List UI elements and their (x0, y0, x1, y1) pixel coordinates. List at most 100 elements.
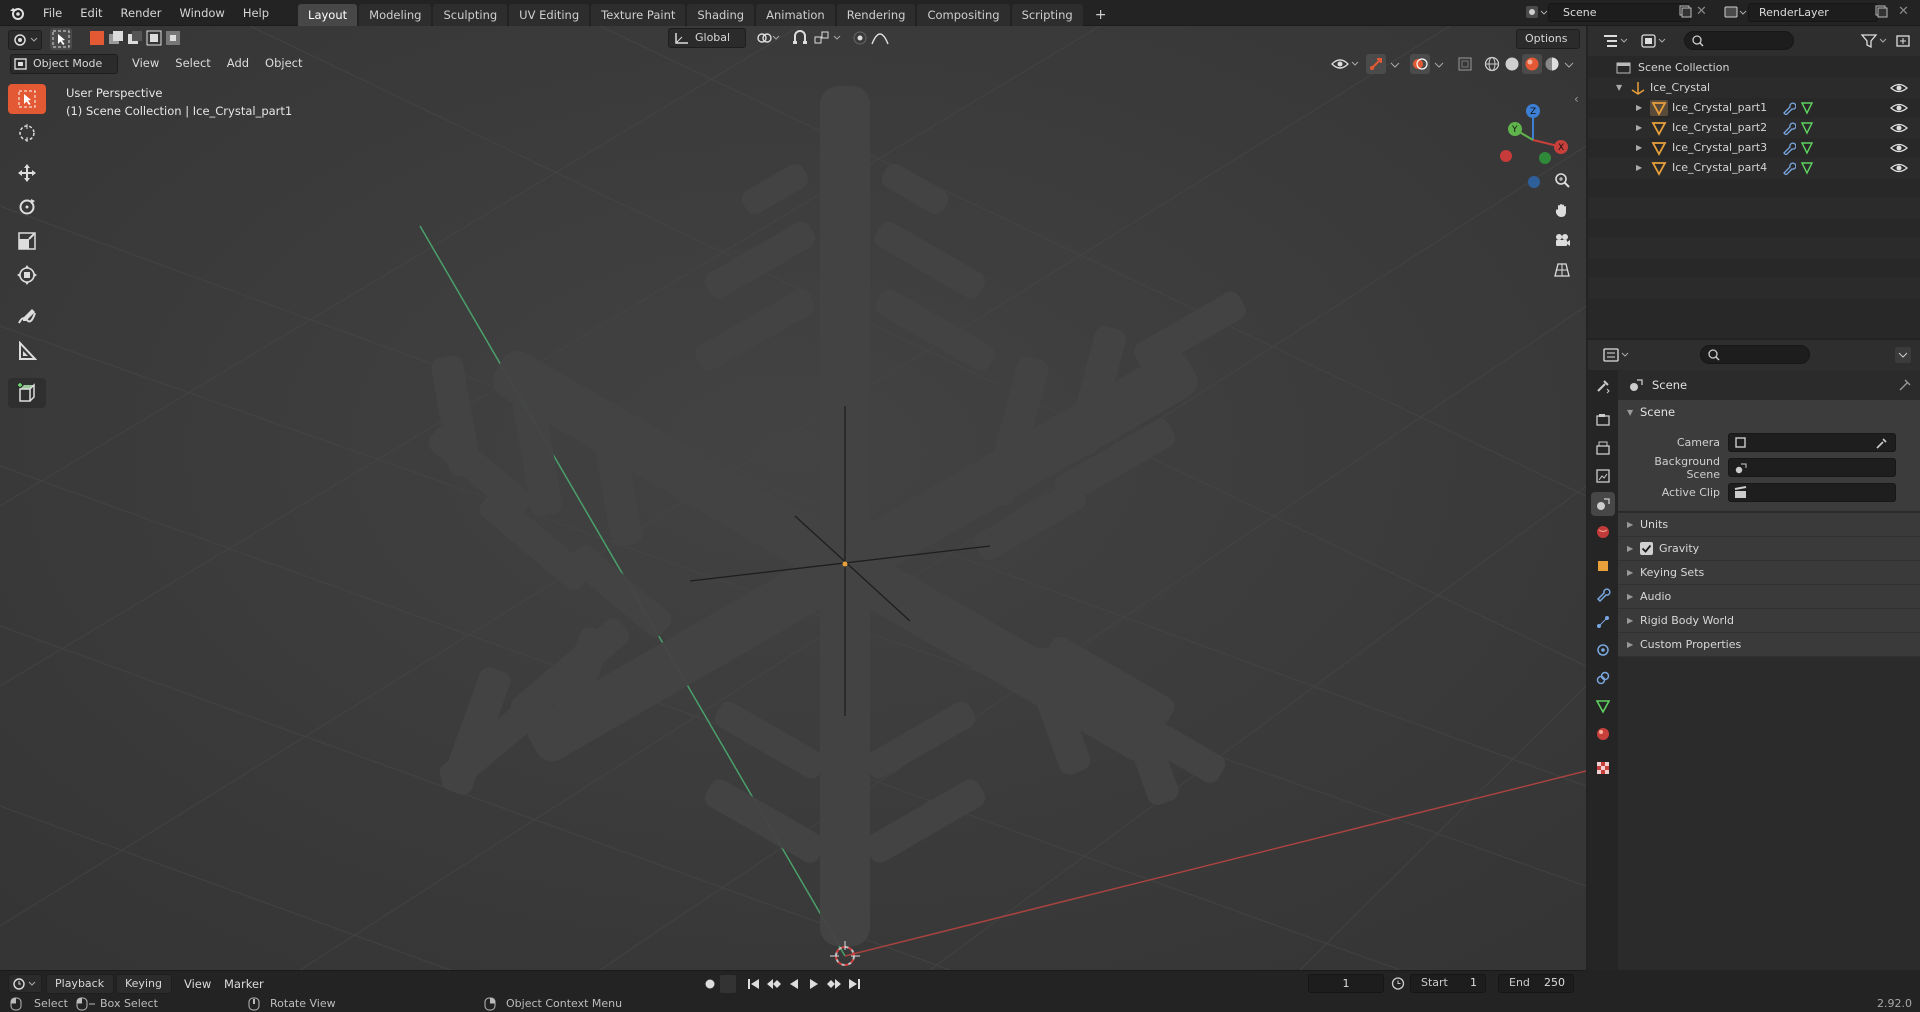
menu-window[interactable]: Window (170, 0, 233, 26)
menu-view[interactable]: View (124, 56, 167, 70)
add-workspace-button[interactable]: + (1085, 4, 1117, 26)
panel-custom-properties[interactable]: ▶ Custom Properties (1618, 633, 1920, 657)
tab-view-layer-icon[interactable] (1591, 464, 1615, 488)
select-subtract-icon[interactable] (126, 29, 144, 47)
modifier-wrench-icon[interactable] (1782, 101, 1796, 115)
outliner-row-scene-collection[interactable]: Scene Collection (1588, 58, 1920, 78)
menu-file[interactable]: File (34, 0, 71, 26)
display-mode-icon[interactable] (1640, 31, 1670, 51)
pan-view-hand-icon[interactable] (1548, 196, 1576, 224)
tab-physics-icon[interactable] (1591, 638, 1615, 662)
select-intersect-icon[interactable] (164, 29, 182, 47)
snap-toggle-icon[interactable] (790, 28, 812, 48)
new-collection-icon[interactable] (1894, 31, 1914, 51)
tab-render-icon[interactable] (1591, 408, 1615, 432)
overlays-toggle-icon[interactable] (1410, 54, 1430, 74)
perspective-toggle-icon[interactable] (1548, 256, 1576, 284)
gizmo-neg-x-icon[interactable] (1500, 150, 1512, 162)
jump-to-start-icon[interactable] (744, 975, 764, 993)
blender-logo-icon[interactable] (0, 0, 34, 26)
mesh-data-icon[interactable] (1800, 121, 1814, 135)
pin-icon[interactable] (1898, 378, 1912, 392)
tab-shading[interactable]: Shading (687, 3, 755, 26)
modifier-wrench-icon[interactable] (1782, 161, 1796, 175)
tab-modeling[interactable]: Modeling (359, 3, 432, 26)
gizmo-toggle-icon[interactable] (1366, 54, 1386, 74)
scene-icon[interactable] (1524, 3, 1548, 22)
play-reverse-icon[interactable] (784, 975, 804, 993)
menu-select[interactable]: Select (167, 56, 218, 70)
tab-constraints-icon[interactable] (1591, 666, 1615, 690)
active-clip-field[interactable] (1728, 483, 1896, 502)
menu-help[interactable]: Help (234, 0, 278, 26)
expand-chevron-icon[interactable]: ▶ (1636, 118, 1650, 138)
measure-tool[interactable] (8, 336, 46, 366)
sidebar-expand-icon[interactable]: ‹ (1574, 92, 1586, 112)
outliner-row-ice-crystal[interactable]: ▼ Ice_Crystal (1588, 78, 1920, 98)
options-dropdown[interactable]: Options (1516, 29, 1580, 49)
scale-tool[interactable] (8, 226, 46, 256)
remove-scene-icon[interactable]: ✕ (1696, 4, 1712, 20)
tweak-select-icon[interactable] (50, 28, 72, 50)
pivot-point-icon[interactable] (754, 28, 782, 48)
shading-dropdown-icon[interactable] (1562, 54, 1578, 74)
select-new-icon[interactable] (88, 29, 106, 47)
move-tool[interactable] (8, 158, 46, 188)
tab-data-icon[interactable] (1591, 694, 1615, 718)
timeline-menu-view[interactable]: View (176, 977, 219, 991)
panel-scene-header[interactable]: ▼ Scene (1618, 400, 1920, 424)
current-frame-field[interactable]: 1 (1308, 974, 1384, 993)
snap-target-icon[interactable] (812, 28, 844, 48)
3d-viewport[interactable]: Z Y X User Perspective (1) Scene Collect… (0, 26, 1586, 970)
timeline-menu-marker[interactable]: Marker (216, 977, 272, 991)
select-invert-icon[interactable] (145, 29, 163, 47)
cursor-tool[interactable] (8, 118, 46, 148)
start-frame-field[interactable]: Start 1 (1410, 974, 1486, 993)
xray-toggle-icon[interactable] (1456, 54, 1476, 74)
tab-animation[interactable]: Animation (756, 3, 835, 26)
end-frame-field[interactable]: End 250 (1498, 974, 1574, 993)
visibility-eye-icon[interactable] (1890, 141, 1908, 155)
menu-add[interactable]: Add (219, 56, 257, 70)
view-layer-field[interactable]: RenderLayer (1748, 3, 1878, 22)
expand-chevron-icon[interactable]: ▶ (1636, 158, 1650, 178)
zoom-view-icon[interactable] (1548, 166, 1576, 194)
overlays-dropdown-icon[interactable] (1432, 54, 1448, 74)
view-layer-icon[interactable] (1722, 3, 1748, 22)
collapse-chevron-icon[interactable]: ▼ (1616, 78, 1630, 98)
visibility-eye-icon[interactable] (1890, 121, 1908, 135)
mesh-data-icon[interactable] (1800, 101, 1814, 115)
outliner-row-part3[interactable]: ▶ Ice_Crystal_part3 (1588, 138, 1920, 158)
panel-gravity[interactable]: ▶ Gravity (1618, 537, 1920, 561)
falloff-curve-icon[interactable] (870, 28, 890, 48)
tab-particles-icon[interactable] (1591, 610, 1615, 634)
menu-edit[interactable]: Edit (71, 0, 111, 26)
jump-to-keyframe-next-icon[interactable] (824, 975, 844, 993)
camera-view-icon[interactable] (1548, 226, 1576, 254)
tab-layout[interactable]: Layout (298, 3, 358, 26)
object-origin-point[interactable] (842, 561, 848, 567)
modifier-wrench-icon[interactable] (1782, 141, 1796, 155)
mesh-data-icon[interactable] (1800, 161, 1814, 175)
outliner-editor-type-icon[interactable] (1602, 31, 1632, 51)
tab-tool-icon[interactable] (1591, 374, 1615, 398)
outliner-row-part4[interactable]: ▶ Ice_Crystal_part4 (1588, 158, 1920, 178)
tab-compositing[interactable]: Compositing (917, 3, 1010, 26)
wireframe-shading-icon[interactable] (1482, 54, 1502, 74)
camera-field[interactable] (1728, 433, 1896, 452)
jump-to-keyframe-prev-icon[interactable] (764, 975, 784, 993)
new-view-layer-icon[interactable] (1874, 4, 1890, 20)
tab-texture-icon[interactable] (1591, 756, 1615, 780)
panel-audio[interactable]: ▶ Audio (1618, 585, 1920, 609)
visibility-eye-icon[interactable] (1890, 81, 1908, 95)
visibility-eye-icon[interactable] (1890, 161, 1908, 175)
solid-shading-icon[interactable] (1502, 54, 1522, 74)
timeline-editor-type-icon[interactable] (8, 974, 42, 993)
properties-options-icon[interactable] (1894, 346, 1912, 364)
select-extend-icon[interactable] (107, 29, 125, 47)
tab-uv-editing[interactable]: UV Editing (509, 3, 590, 26)
rotate-tool[interactable] (8, 192, 46, 222)
tab-output-icon[interactable] (1591, 436, 1615, 460)
menu-render[interactable]: Render (112, 0, 171, 26)
outliner-row-part1[interactable]: ▶ Ice_Crystal_part1 (1588, 98, 1920, 118)
